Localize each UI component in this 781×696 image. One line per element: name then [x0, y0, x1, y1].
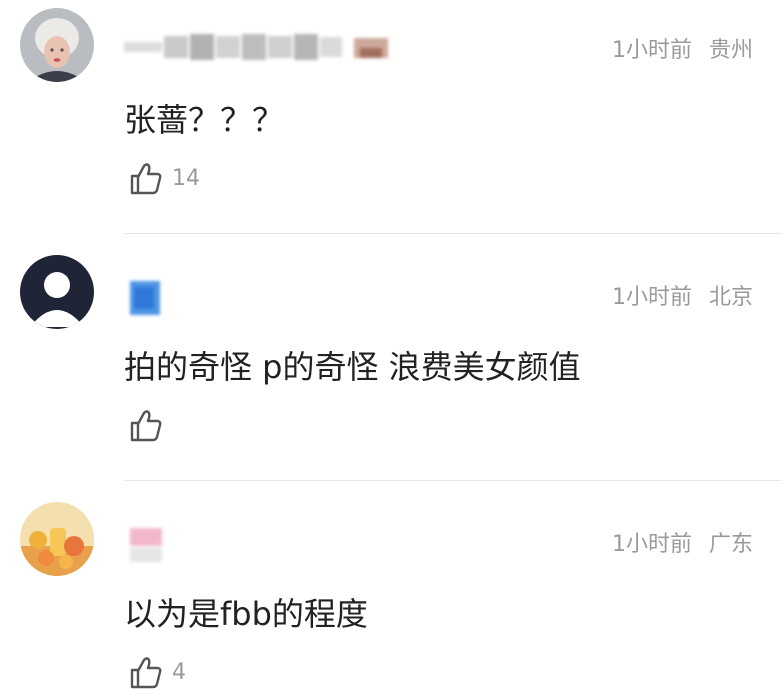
comment-meta: 1小时前 广东: [612, 526, 753, 558]
thumbs-up-icon: [128, 407, 164, 443]
comment-location: 北京: [708, 285, 753, 310]
comment-meta: 1小时前 北京: [612, 279, 753, 311]
comment-text: 以为是fbb的程度: [124, 595, 368, 633]
like-count: 4: [172, 659, 186, 685]
comment-time: 1小时前: [611, 532, 692, 557]
username-blurred[interactable]: [128, 279, 168, 315]
username-blurred[interactable]: [124, 32, 404, 62]
thumbs-up-icon: [128, 654, 164, 690]
comment-time: 1小时前: [611, 285, 692, 310]
avatar[interactable]: [20, 502, 94, 576]
comment-time: 1小时前: [611, 38, 692, 63]
thumbs-up-icon: [128, 160, 164, 196]
divider: [124, 480, 781, 481]
like-button[interactable]: 4: [128, 654, 186, 690]
avatar[interactable]: [20, 255, 94, 329]
comment-meta: 1小时前 贵州: [612, 32, 753, 64]
divider: [124, 233, 781, 234]
comment-location: 贵州: [708, 38, 753, 63]
avatar[interactable]: [20, 8, 94, 82]
like-count: 14: [172, 165, 200, 191]
like-button[interactable]: 14: [128, 160, 200, 196]
comment-text: 张蔷？？？: [124, 101, 285, 139]
comment-text: 拍的奇怪 p的奇怪 浪费美女颜值: [124, 348, 581, 386]
username-blurred[interactable]: [128, 526, 168, 562]
like-button[interactable]: [128, 407, 172, 443]
comment-location: 广东: [708, 532, 753, 557]
